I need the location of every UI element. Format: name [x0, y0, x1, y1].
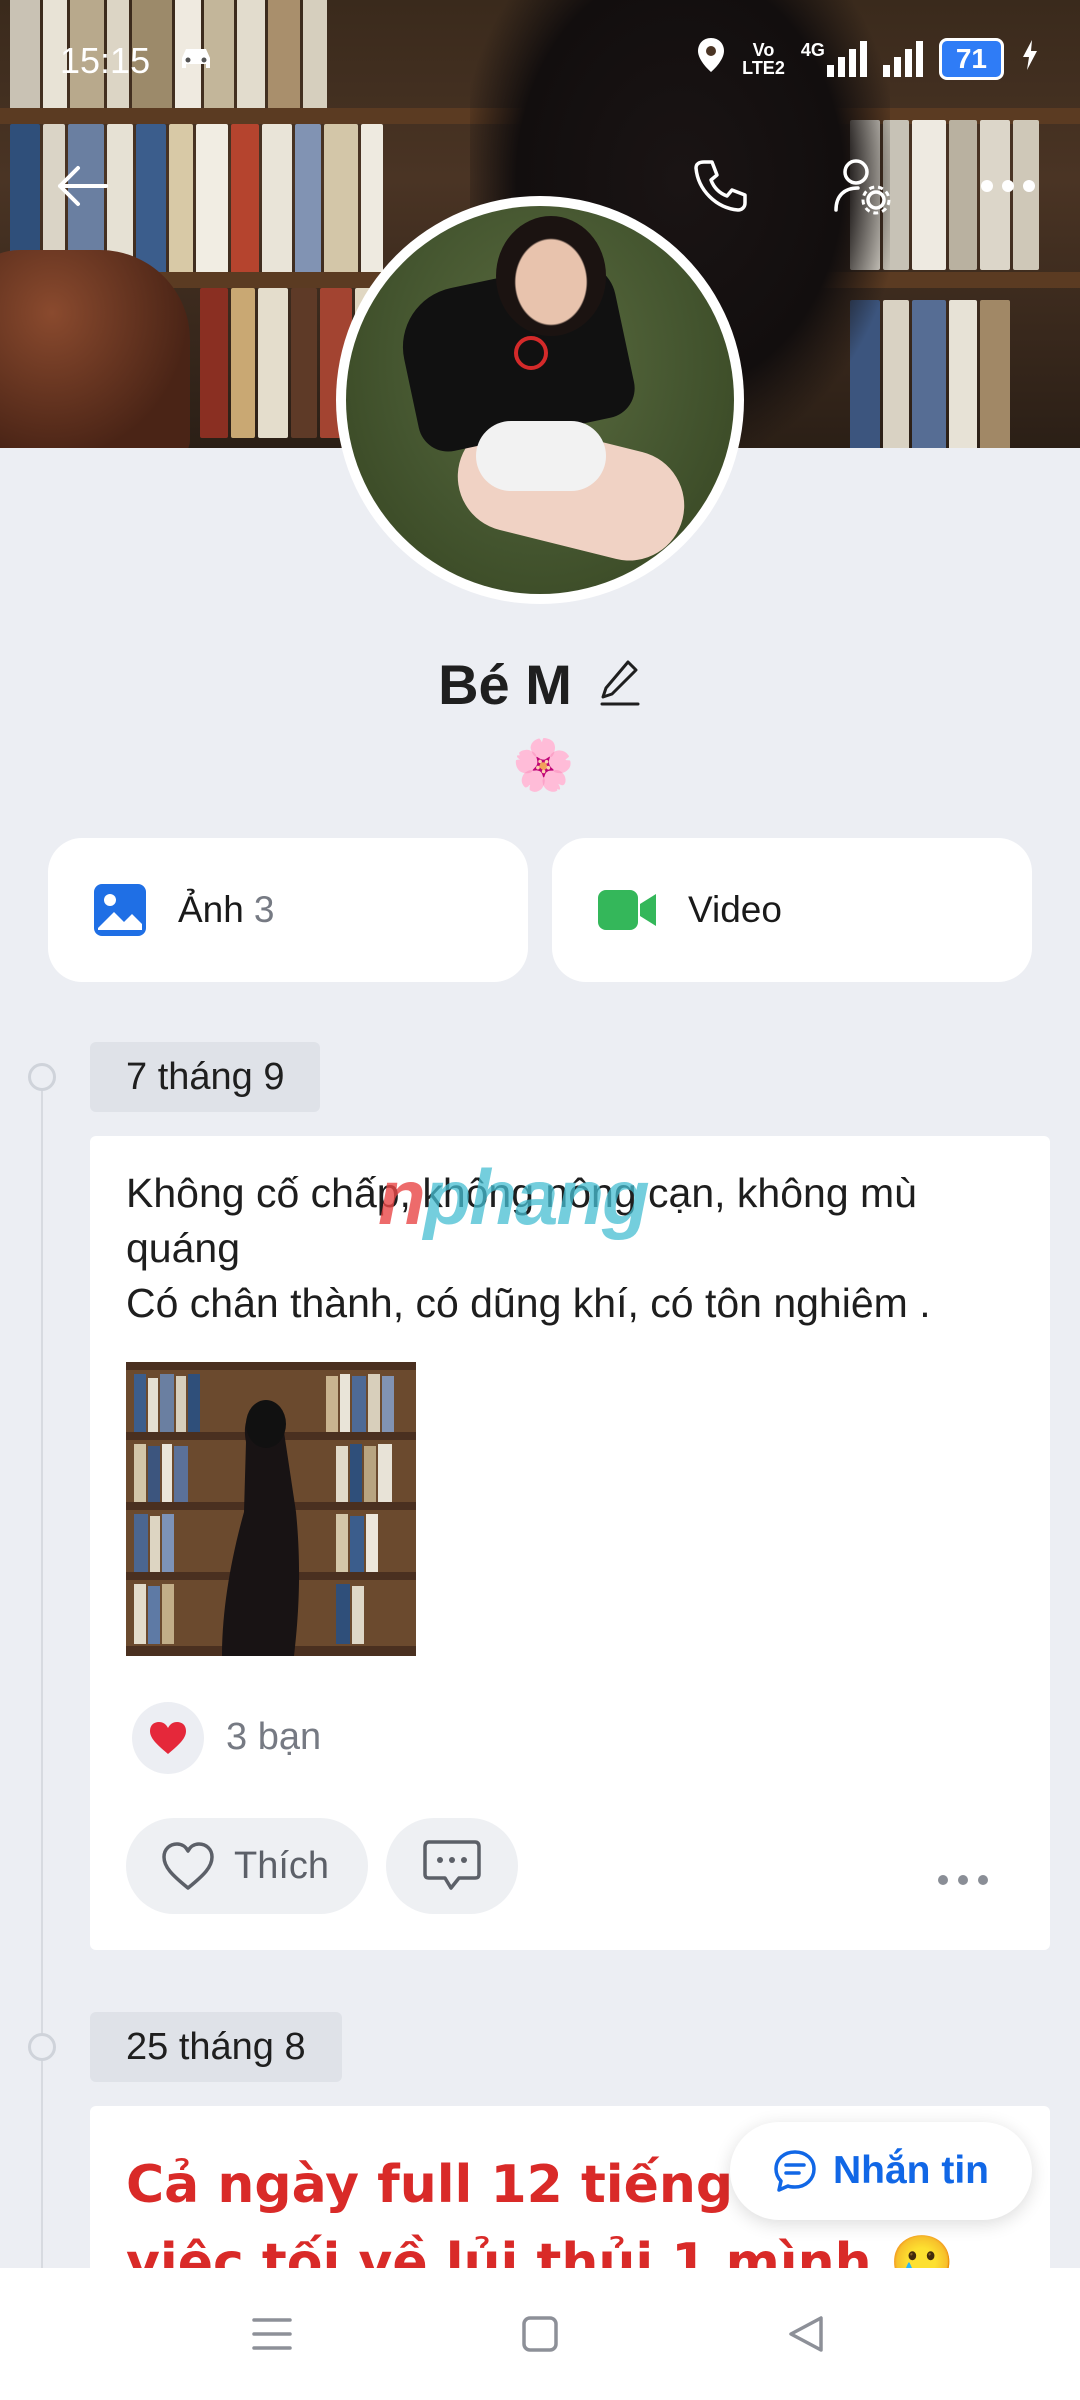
image-icon [94, 884, 146, 936]
video-tile[interactable]: Video [552, 838, 1032, 982]
triangle-back-icon [789, 2316, 823, 2352]
more-horizontal-icon [938, 1875, 988, 1885]
menu-icon [252, 2318, 292, 2350]
heart-outline-icon [162, 1842, 214, 1890]
phone-icon [694, 160, 747, 212]
square-icon [522, 2316, 558, 2352]
battery-indicator: 71 [938, 37, 1004, 80]
watermark: nphang [378, 1153, 650, 1241]
reaction-badge[interactable] [132, 1702, 204, 1774]
message-button[interactable]: Nhắn tin [730, 2122, 1032, 2220]
profile-name: Bé M [438, 653, 572, 716]
more-horizontal-icon [981, 180, 1035, 192]
charging-icon [1020, 38, 1040, 79]
cover-chair [0, 250, 190, 448]
bio-emoji: 🌸 [512, 737, 575, 793]
post-photo[interactable] [126, 1362, 416, 1656]
call-button[interactable] [684, 150, 756, 222]
timeline-dot [28, 2033, 56, 2061]
avatar[interactable] [336, 196, 744, 604]
comment-icon [423, 1840, 481, 1890]
back-button[interactable] [46, 150, 118, 222]
signal-strength-icon-2 [882, 40, 923, 77]
post-more-button[interactable] [936, 1848, 990, 1898]
status-time: 15:15 [60, 40, 151, 81]
reaction-count[interactable]: 3 bạn [226, 1716, 321, 1759]
photos-label: Ảnh [178, 889, 244, 930]
post-card[interactable]: Không cố chấp, không nông cạn, không mù … [90, 1136, 1050, 1950]
date-label: 25 tháng 8 [90, 2012, 342, 2082]
like-label: Thích [234, 1844, 330, 1887]
heart-filled-icon [150, 1722, 186, 1754]
home-button[interactable] [510, 2304, 570, 2364]
volte-indicator: Vo LTE2 [742, 39, 785, 78]
like-button[interactable]: Thích [126, 1818, 368, 1914]
chat-bubble-icon [774, 2150, 816, 2192]
photos-count: 3 [253, 889, 275, 930]
comment-button[interactable] [386, 1818, 518, 1914]
user-settings-icon [834, 159, 891, 215]
status-bar: 15:15 Vo LTE2 4G 71 [0, 0, 1080, 120]
edit-name-button[interactable] [598, 658, 642, 711]
back-nav-button[interactable] [776, 2304, 836, 2364]
photos-tile[interactable]: Ảnh 3 [48, 838, 528, 982]
arrow-left-icon [58, 166, 108, 206]
date-label: 7 tháng 9 [90, 1042, 321, 1112]
network-type: 4G [800, 39, 825, 60]
more-options-button[interactable] [972, 150, 1044, 222]
system-navigation-bar [0, 2268, 1080, 2400]
profile-settings-button[interactable] [826, 150, 898, 222]
pencil-icon [600, 660, 640, 706]
timeline-line [41, 1074, 43, 2274]
video-label: Video [688, 889, 782, 930]
car-icon [176, 44, 216, 82]
recent-apps-button[interactable] [242, 2304, 302, 2364]
signal-strength-icon-1 [826, 40, 867, 77]
video-camera-icon [598, 890, 656, 930]
timeline-dot [28, 1063, 56, 1091]
location-icon [696, 36, 726, 81]
message-label: Nhắn tin [833, 2149, 989, 2192]
